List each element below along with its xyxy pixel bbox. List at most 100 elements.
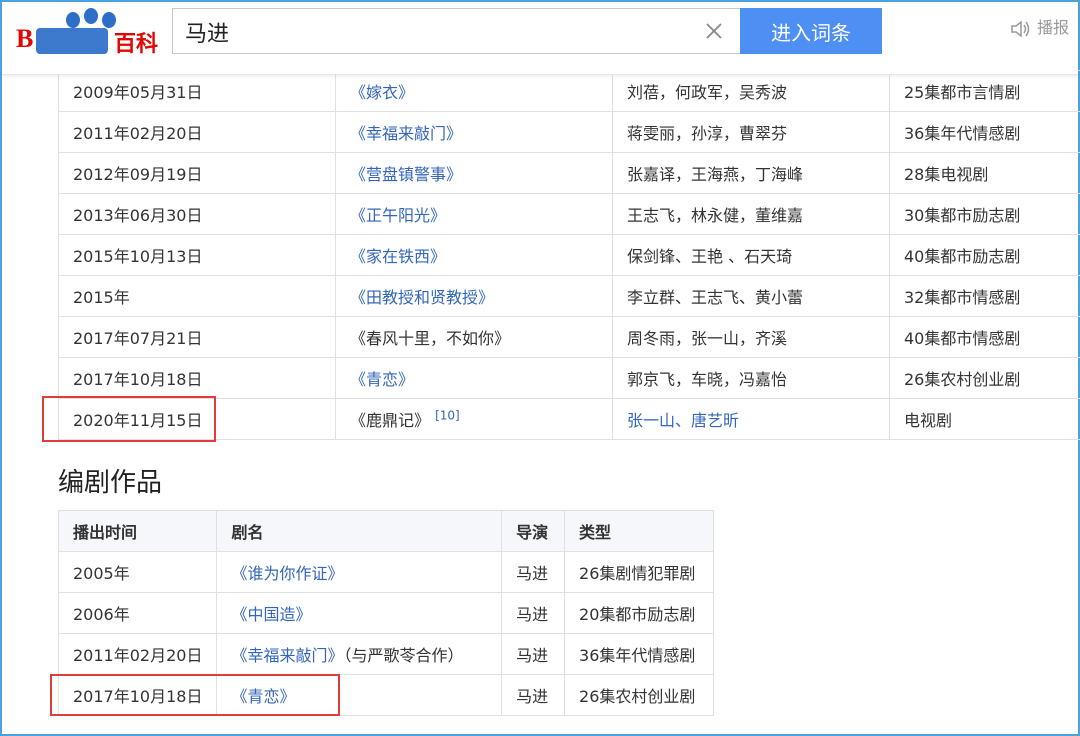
cast-text: 郭京飞，车晓，冯嘉怡 — [627, 370, 788, 389]
title-note: （与严歌苓合作） — [343, 646, 464, 665]
table-row: 2009年05月31日 《嫁衣》 刘蓓，何政军，吴秀波 25集都市言情剧 — [58, 70, 1080, 112]
cast-cell: 王志飞，林永健，董维嘉 — [612, 193, 890, 235]
top-search-bar: B 百科 进入词条 播报 — [2, 2, 1078, 75]
drama-title-cell: 《嫁衣》 — [335, 70, 613, 112]
table-row: 2011年02月20日 《幸福来敲门》 蒋雯丽，孙淳，曹翠芬 36集年代情感剧 — [58, 111, 1080, 153]
drama-title-cell: 《幸福来敲门》（与严歌苓合作） — [216, 633, 503, 675]
speaker-icon — [1011, 19, 1030, 38]
broadcast-button[interactable]: 播报 — [1010, 14, 1069, 38]
air-date-cell: 2005年 — [57, 551, 218, 593]
clear-icon[interactable] — [702, 19, 726, 43]
genre-cell: 32集都市情感剧 — [889, 275, 1080, 317]
air-date-cell: 2006年 — [57, 592, 218, 634]
cast-text: 保剑锋、王艳 、石天琦 — [627, 247, 793, 266]
reference-link[interactable]: [10] — [435, 409, 460, 423]
genre-cell: 26集剧情犯罪剧 — [564, 551, 714, 593]
drama-title[interactable]: 《幸福来敲门》 — [350, 124, 462, 143]
enter-entry-button[interactable]: 进入词条 — [740, 8, 882, 54]
table-row: 2005年 《谁为你作证》 马进 26集剧情犯罪剧 — [57, 551, 714, 593]
column-header: 剧名 — [216, 510, 503, 552]
column-header: 导演 — [501, 510, 566, 552]
cast-cell: 刘蓓，何政军，吴秀波 — [612, 70, 890, 112]
drama-title[interactable]: 《田教授和贤教授》 — [350, 288, 494, 307]
drama-title-cell: 《中国造》 — [216, 592, 503, 634]
cast-text: 刘蓓，何政军，吴秀波 — [627, 83, 788, 102]
cast-text: 蒋雯丽，孙淳，曹翠芬 — [627, 124, 788, 143]
cast-cell: 周冬雨，张一山，齐溪 — [612, 316, 890, 358]
column-header: 类型 — [564, 510, 714, 552]
drama-title[interactable]: 《营盘镇警事》 — [350, 165, 462, 184]
genre-cell: 26集农村创业剧 — [889, 357, 1080, 399]
table-row: 2017年07月21日 《春风十里，不如你》 周冬雨，张一山，齐溪 40集都市情感剧 — [58, 316, 1080, 358]
table-row: 2006年 《中国造》 马进 20集都市励志剧 — [57, 592, 714, 634]
air-date-cell: 2015年10月13日 — [58, 234, 336, 276]
broadcast-label: 播报 — [1037, 18, 1070, 37]
drama-title[interactable]: 《青恋》 — [350, 370, 414, 389]
drama-title-cell: 《营盘镇警事》 — [335, 152, 613, 194]
cast-cell: 张嘉译，王海燕，丁海峰 — [612, 152, 890, 194]
cast-text: 周冬雨，张一山，齐溪 — [627, 329, 788, 348]
cast-cell: 保剑锋、王艳 、石天琦 — [612, 234, 890, 276]
logo-text: B — [16, 24, 33, 53]
genre-cell: 30集都市励志剧 — [889, 193, 1080, 235]
drama-title[interactable]: 《幸福来敲门》 — [231, 646, 343, 665]
cast-text[interactable]: 张一山、唐艺昕 — [627, 411, 739, 430]
baike-logo[interactable]: B 百科 — [16, 8, 162, 57]
table-row: 2011年02月20日 《幸福来敲门》（与严歌苓合作） 马进 36集年代情感剧 — [57, 633, 714, 675]
drama-title[interactable]: 《嫁衣》 — [350, 83, 414, 102]
director-cell: 马进 — [501, 551, 566, 593]
drama-title[interactable]: 《正午阳光》 — [350, 206, 446, 225]
air-date-cell: 2017年10月18日 — [58, 357, 336, 399]
director-cell: 马进 — [501, 592, 566, 634]
air-date-cell: 2017年07月21日 — [58, 316, 336, 358]
drama-title: 《鹿鼎记》 — [350, 411, 431, 430]
drama-title-cell: 《幸福来敲门》 — [335, 111, 613, 153]
table-row: 2015年 《田教授和贤教授》 李立群、王志飞、黄小蕾 32集都市情感剧 — [58, 275, 1080, 317]
cast-cell: 郭京飞，车晓，冯嘉怡 — [612, 357, 890, 399]
cast-cell: 蒋雯丽，孙淳，曹翠芬 — [612, 111, 890, 153]
air-date-cell: 2011年02月20日 — [58, 111, 336, 153]
logo-text: 百科 — [114, 32, 159, 57]
drama-title[interactable]: 《谁为你作证》 — [231, 564, 343, 583]
cast-cell: 李立群、王志飞、黄小蕾 — [612, 275, 890, 317]
paw-icon — [84, 8, 98, 24]
drama-title-cell: 《正午阳光》 — [335, 193, 613, 235]
column-header: 播出时间 — [57, 510, 218, 552]
search-box — [172, 8, 740, 54]
air-date-cell: 2013年06月30日 — [58, 193, 336, 235]
table-row: 2013年06月30日 《正午阳光》 王志飞，林永健，董维嘉 30集都市励志剧 — [58, 193, 1080, 235]
air-date-cell: 2015年 — [58, 275, 336, 317]
section-title: 编剧作品 — [58, 468, 163, 498]
genre-cell: 36集年代情感剧 — [889, 111, 1080, 153]
genre-cell: 36集年代情感剧 — [564, 633, 714, 675]
highlight-box — [42, 396, 216, 442]
drama-title[interactable]: 《中国造》 — [231, 605, 311, 624]
drama-title-cell: 《鹿鼎记》 [10] — [335, 398, 613, 440]
search-input[interactable] — [183, 15, 687, 49]
genre-cell: 40集都市情感剧 — [889, 316, 1080, 358]
table-row: 2017年10月18日 《青恋》 郭京飞，车晓，冯嘉怡 26集农村创业剧 — [58, 357, 1080, 399]
table-row: 2015年10月13日 《家在铁西》 保剑锋、王艳 、石天琦 40集都市励志剧 — [58, 234, 1080, 276]
genre-cell: 40集都市励志剧 — [889, 234, 1080, 276]
director-cell: 马进 — [501, 674, 566, 716]
genre-cell: 26集农村创业剧 — [564, 674, 714, 716]
drama-title-cell: 《春风十里，不如你》 — [335, 316, 613, 358]
genre-cell: 25集都市言情剧 — [889, 70, 1080, 112]
cast-cell: 张一山、唐艺昕 — [612, 398, 890, 440]
highlight-box — [50, 674, 340, 716]
air-date-cell: 2012年09月19日 — [58, 152, 336, 194]
air-date-cell: 2011年02月20日 — [57, 633, 218, 675]
cast-text: 李立群、王志飞、黄小蕾 — [627, 288, 804, 307]
table-header-row: 播出时间 剧名 导演 类型 — [57, 510, 714, 552]
air-date-cell: 2009年05月31日 — [58, 70, 336, 112]
cast-text: 王志飞，林永健，董维嘉 — [627, 206, 804, 225]
paw-icon — [66, 12, 80, 28]
drama-title[interactable]: 《家在铁西》 — [350, 247, 446, 266]
genre-cell: 20集都市励志剧 — [564, 592, 714, 634]
drama-title-cell: 《谁为你作证》 — [216, 551, 503, 593]
director-cell: 马进 — [501, 633, 566, 675]
genre-cell: 电视剧 — [889, 398, 1080, 440]
acting-works-table: 2009年05月31日 《嫁衣》 刘蓓，何政军，吴秀波 25集都市言情剧 2011年02… — [58, 70, 1080, 440]
cast-text: 张嘉译，王海燕，丁海峰 — [627, 165, 804, 184]
genre-cell: 28集电视剧 — [889, 152, 1080, 194]
